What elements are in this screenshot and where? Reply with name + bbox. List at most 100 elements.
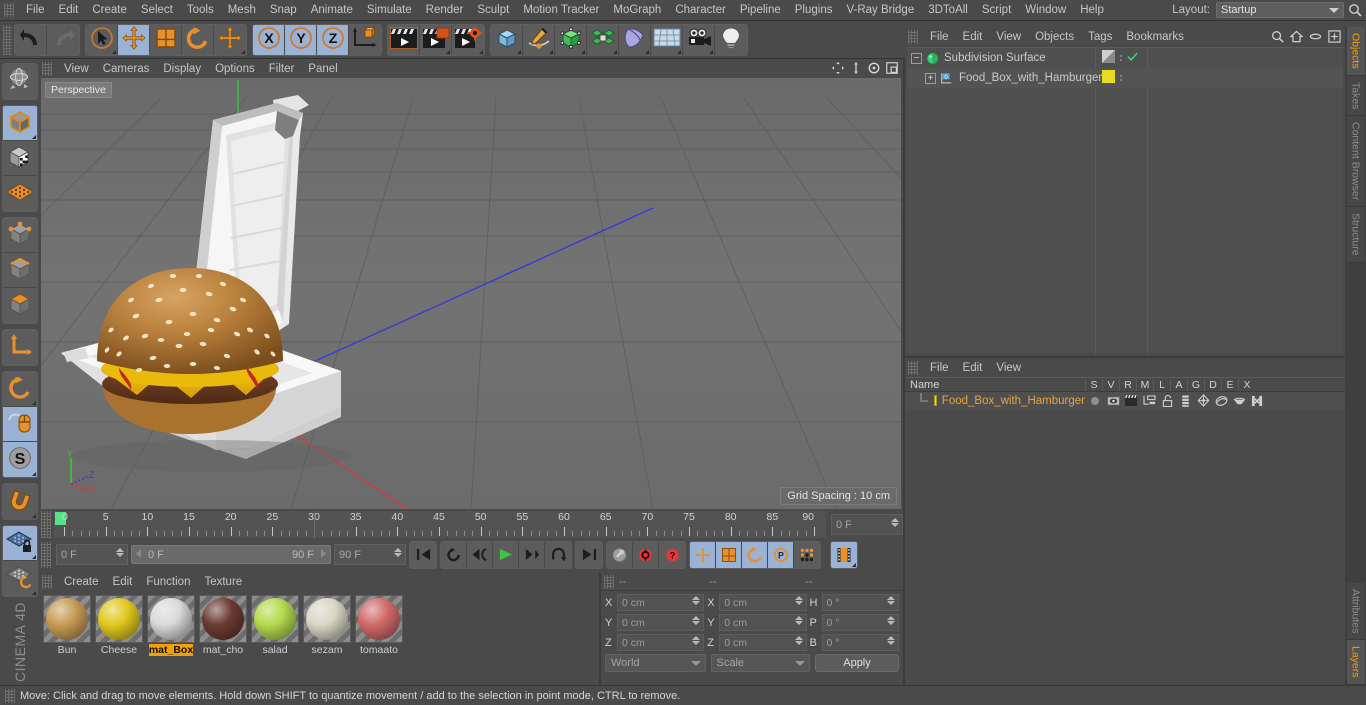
- material-menu-texture[interactable]: Texture: [197, 574, 249, 590]
- manager-icon[interactable]: [1142, 395, 1156, 406]
- object-menu-view[interactable]: View: [989, 29, 1028, 45]
- toolbar-grip[interactable]: [3, 24, 12, 55]
- stepper-icon[interactable]: [794, 616, 803, 625]
- object-name-label[interactable]: Food_Box_with_Hamburger: [959, 72, 1102, 84]
- material-item[interactable]: mat_cho: [199, 595, 247, 656]
- undo-button[interactable]: [15, 24, 47, 55]
- add-generator-button[interactable]: [555, 24, 587, 55]
- coordinate-size-field[interactable]: 0 cm: [719, 614, 807, 631]
- move-tool[interactable]: [118, 24, 150, 55]
- menu-item-3dtoall[interactable]: 3DToAll: [921, 2, 975, 18]
- viewport-solo-button[interactable]: [2, 372, 37, 407]
- material-item[interactable]: tomaato: [355, 595, 403, 656]
- dock-tab-content-browser[interactable]: Content Browser: [1346, 116, 1365, 208]
- material-name-label[interactable]: salad: [262, 644, 287, 656]
- search-icon[interactable]: [1344, 0, 1366, 21]
- material-grip[interactable]: [42, 575, 52, 589]
- current-frame-field[interactable]: 0 F: [831, 514, 903, 535]
- render-to-picture-viewer-button[interactable]: [420, 24, 452, 55]
- go-to-next-key-button[interactable]: [545, 541, 571, 568]
- add-light-button[interactable]: [715, 24, 747, 55]
- orbit-icon[interactable]: [867, 61, 881, 78]
- material-preview-swatch[interactable]: [199, 595, 247, 643]
- visibility-dots-icon[interactable]: [1120, 55, 1122, 61]
- render-settings-button[interactable]: [452, 24, 484, 55]
- dock-tab-objects[interactable]: Objects: [1346, 27, 1365, 76]
- add-deformer-button[interactable]: [619, 24, 651, 55]
- material-name-label[interactable]: mat_Box: [148, 644, 194, 656]
- render-view-button[interactable]: [388, 24, 420, 55]
- menu-item-v-ray-bridge[interactable]: V-Ray Bridge: [839, 2, 921, 18]
- layer-column-header[interactable]: V: [1102, 378, 1119, 391]
- layout-select[interactable]: Startup: [1216, 2, 1344, 18]
- coordinates-grip[interactable]: [604, 574, 614, 589]
- viewport-menu-view[interactable]: View: [57, 61, 96, 77]
- viewport-view-label[interactable]: Perspective: [45, 82, 112, 98]
- dolly-icon[interactable]: [849, 61, 863, 78]
- scale-key-button[interactable]: [716, 541, 742, 568]
- edges-mode-button[interactable]: [2, 253, 37, 288]
- soft-selection-button[interactable]: S: [2, 442, 37, 477]
- menu-item-help[interactable]: Help: [1073, 2, 1111, 18]
- material-menu-function[interactable]: Function: [139, 574, 197, 590]
- material-name-label[interactable]: tomaato: [360, 644, 398, 656]
- layer-column-header[interactable]: A: [1170, 378, 1187, 391]
- enable-axis-button[interactable]: [2, 330, 37, 365]
- object-name-label[interactable]: Subdivision Surface: [944, 52, 1046, 64]
- menu-item-animate[interactable]: Animate: [304, 2, 360, 18]
- loop-button[interactable]: [441, 541, 467, 568]
- add-array-button[interactable]: [587, 24, 619, 55]
- record-active-objects-button[interactable]: [633, 541, 659, 568]
- step-forward-button[interactable]: [519, 541, 545, 568]
- viewport-menu-display[interactable]: Display: [156, 61, 208, 77]
- material-preview-swatch[interactable]: [355, 595, 403, 643]
- redo-button[interactable]: [47, 24, 79, 55]
- dock-tab-structure[interactable]: Structure: [1346, 207, 1365, 263]
- lock-y-axis-button[interactable]: Y: [285, 24, 317, 55]
- menu-item-simulate[interactable]: Simulate: [360, 2, 419, 18]
- lock-workplane-button[interactable]: [2, 526, 37, 561]
- start-frame-field[interactable]: 0 F: [56, 544, 128, 565]
- material-menu-create[interactable]: Create: [57, 574, 106, 590]
- point-level-animation-button[interactable]: [794, 541, 820, 568]
- material-preview-swatch[interactable]: [303, 595, 351, 643]
- coordinate-mode-dropdown[interactable]: Scale: [710, 654, 810, 672]
- go-to-start-button[interactable]: [410, 541, 436, 568]
- viewport-grip[interactable]: [42, 61, 52, 76]
- plus-box-icon[interactable]: [1328, 30, 1341, 46]
- menu-item-file[interactable]: File: [19, 2, 52, 18]
- points-mode-button[interactable]: [2, 218, 37, 253]
- dock-tab-attributes[interactable]: Attributes: [1346, 583, 1365, 641]
- autokeying-button[interactable]: [607, 541, 633, 568]
- menu-item-tools[interactable]: Tools: [180, 2, 221, 18]
- layer-column-header[interactable]: X: [1238, 378, 1255, 391]
- keyframe-selection-button[interactable]: ?: [659, 541, 685, 568]
- mouse-mode-button[interactable]: [2, 407, 37, 442]
- stepper-icon[interactable]: [891, 518, 899, 527]
- menu-item-snap[interactable]: Snap: [263, 2, 304, 18]
- coordinate-size-field[interactable]: 0 cm: [719, 594, 807, 611]
- coordinate-rotation-field[interactable]: 0 °: [821, 614, 899, 631]
- material-name-label[interactable]: Bun: [58, 644, 77, 656]
- coordinate-system-dropdown[interactable]: World: [605, 654, 706, 672]
- undo-view-button[interactable]: [2, 64, 37, 99]
- viewport-canvas[interactable]: Perspective Grid Spacing : 10 cm Y X Z: [41, 78, 901, 509]
- layer-row[interactable]: Food_Box_with_Hamburger: [905, 392, 1345, 409]
- object-menu-objects[interactable]: Objects: [1028, 29, 1081, 45]
- material-preview-swatch[interactable]: [95, 595, 143, 643]
- object-tag-swatch[interactable]: [1102, 70, 1115, 86]
- material-name-label[interactable]: Cheese: [101, 644, 137, 656]
- material-item[interactable]: Bun: [43, 595, 91, 656]
- stepper-icon[interactable]: [887, 616, 895, 625]
- stepper-icon[interactable]: [887, 596, 895, 605]
- layer-column-header[interactable]: M: [1136, 378, 1153, 391]
- dock-tab-layers[interactable]: Layers: [1346, 640, 1365, 685]
- polygons-mode-button[interactable]: [2, 288, 37, 323]
- stepper-icon[interactable]: [394, 548, 402, 557]
- rotation-key-button[interactable]: [742, 541, 768, 568]
- object-tag-swatch[interactable]: [1102, 50, 1115, 66]
- apply-button[interactable]: Apply: [815, 654, 899, 672]
- stepper-icon[interactable]: [794, 596, 803, 605]
- live-selection-tool[interactable]: [86, 24, 118, 55]
- dock-tab-takes[interactable]: Takes: [1346, 75, 1365, 117]
